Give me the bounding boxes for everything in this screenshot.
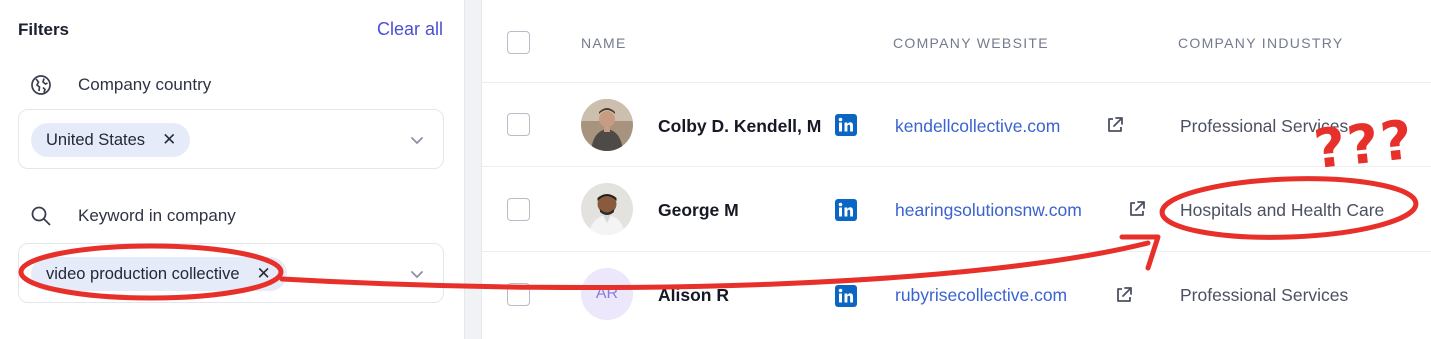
- linkedin-icon[interactable]: [835, 285, 857, 307]
- company-industry: Professional Services: [1180, 285, 1349, 305]
- select-all-checkbox[interactable]: [507, 31, 530, 54]
- row-divider: [482, 82, 1431, 83]
- row-checkbox[interactable]: [507, 198, 530, 221]
- country-chip-label: United States: [46, 130, 146, 149]
- row-divider: [482, 251, 1431, 252]
- column-header-company-industry[interactable]: COMPANY INDUSTRY: [1178, 35, 1344, 51]
- row-divider: [482, 166, 1431, 167]
- chevron-down-icon[interactable]: [409, 266, 425, 282]
- remove-country-chip-icon[interactable]: ✕: [162, 130, 176, 150]
- company-country-filter-header[interactable]: Company country: [30, 74, 211, 96]
- company-industry: Hospitals and Health Care: [1180, 200, 1385, 220]
- column-header-company-website[interactable]: COMPANY WEBSITE: [893, 35, 1049, 51]
- globe-icon: [30, 74, 52, 96]
- country-chip: United States ✕: [31, 123, 191, 157]
- external-link-icon[interactable]: [1114, 285, 1134, 305]
- avatar: AR: [581, 268, 633, 320]
- remove-keyword-chip-icon[interactable]: ✕: [257, 264, 271, 284]
- keyword-filter-header[interactable]: Keyword in company: [30, 205, 236, 227]
- external-link-icon[interactable]: [1105, 115, 1125, 135]
- row-checkbox[interactable]: [507, 113, 530, 136]
- keyword-chip: video production collective ✕: [31, 257, 287, 291]
- company-country-select[interactable]: United States ✕: [18, 109, 444, 169]
- column-header-name[interactable]: NAME: [581, 35, 627, 51]
- company-website-link[interactable]: hearingsolutionsnw.com: [895, 200, 1082, 221]
- external-link-icon[interactable]: [1127, 199, 1147, 219]
- linkedin-icon[interactable]: [835, 199, 857, 221]
- company-country-label: Company country: [78, 75, 212, 94]
- annotation-question-marks: ???: [1310, 107, 1417, 182]
- row-checkbox[interactable]: [507, 283, 530, 306]
- clear-all-button[interactable]: Clear all: [377, 19, 443, 40]
- company-website-link[interactable]: kendellcollective.com: [895, 116, 1060, 137]
- chevron-down-icon[interactable]: [409, 132, 425, 148]
- keyword-label: Keyword in company: [78, 206, 236, 225]
- avatar: [581, 99, 633, 151]
- filters-title: Filters: [18, 20, 70, 39]
- filters-panel: Filters Clear all Company country United…: [0, 0, 465, 339]
- company-website-link[interactable]: rubyrisecollective.com: [895, 285, 1067, 306]
- linkedin-icon[interactable]: [835, 114, 857, 136]
- keyword-select[interactable]: video production collective ✕: [18, 243, 444, 303]
- contact-name[interactable]: George M: [658, 200, 739, 221]
- avatar: [581, 183, 633, 235]
- contact-name[interactable]: Alison R: [658, 285, 729, 306]
- search-icon: [30, 205, 52, 227]
- results-table: NAME COMPANY WEBSITE COMPANY INDUSTRY Co…: [481, 0, 1431, 339]
- keyword-chip-label: video production collective: [46, 264, 240, 283]
- contact-name[interactable]: Colby D. Kendell, M: [658, 116, 821, 137]
